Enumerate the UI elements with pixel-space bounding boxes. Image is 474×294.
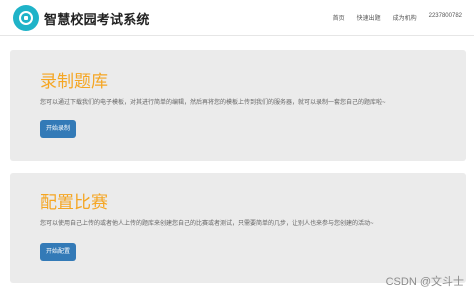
top-navbar: 智慧校园考试系统 首页 快速出题 成为机构 2237800782 [0, 0, 474, 36]
csdn-watermark: CSDN @文斗士 [385, 276, 464, 288]
record-question-bank-panel: 录制题库 您可以通过下载我们的电子模板，对其进行简单的编辑，然后再将您的模板上传… [10, 50, 466, 161]
configure-competition-panel: 配置比赛 您可以使用自己上传的或者他人上传的题库来创建您自己的比赛或者测试，只需… [10, 173, 466, 283]
school-logo-icon[interactable] [13, 5, 39, 31]
panel-title: 录制题库 [40, 72, 108, 91]
panel-description: 您可以通过下载我们的电子模板，对其进行简单的编辑，然后再将您的模板上传到我们的服… [40, 100, 386, 106]
nav-links: 首页 快速出题 成为机构 2237800782 [333, 13, 462, 22]
nav-become-institution-link[interactable]: 成为机构 [393, 13, 417, 22]
logo-center [24, 16, 28, 20]
panel-title: 配置比赛 [40, 193, 108, 212]
nav-quick-question-link[interactable]: 快速出题 [357, 13, 381, 22]
nav-user-account-link[interactable]: 2237800782 [429, 13, 462, 22]
brand-title[interactable]: 智慧校园考试系统 [44, 9, 150, 28]
nav-home-link[interactable]: 首页 [333, 13, 345, 22]
start-configuring-button[interactable]: 开始配置 [40, 243, 77, 261]
panel-description: 您可以使用自己上传的或者他人上传的题库来创建您自己的比赛或者测试，只需要简单的几… [40, 221, 374, 227]
start-recording-button[interactable]: 开始录制 [40, 120, 77, 138]
